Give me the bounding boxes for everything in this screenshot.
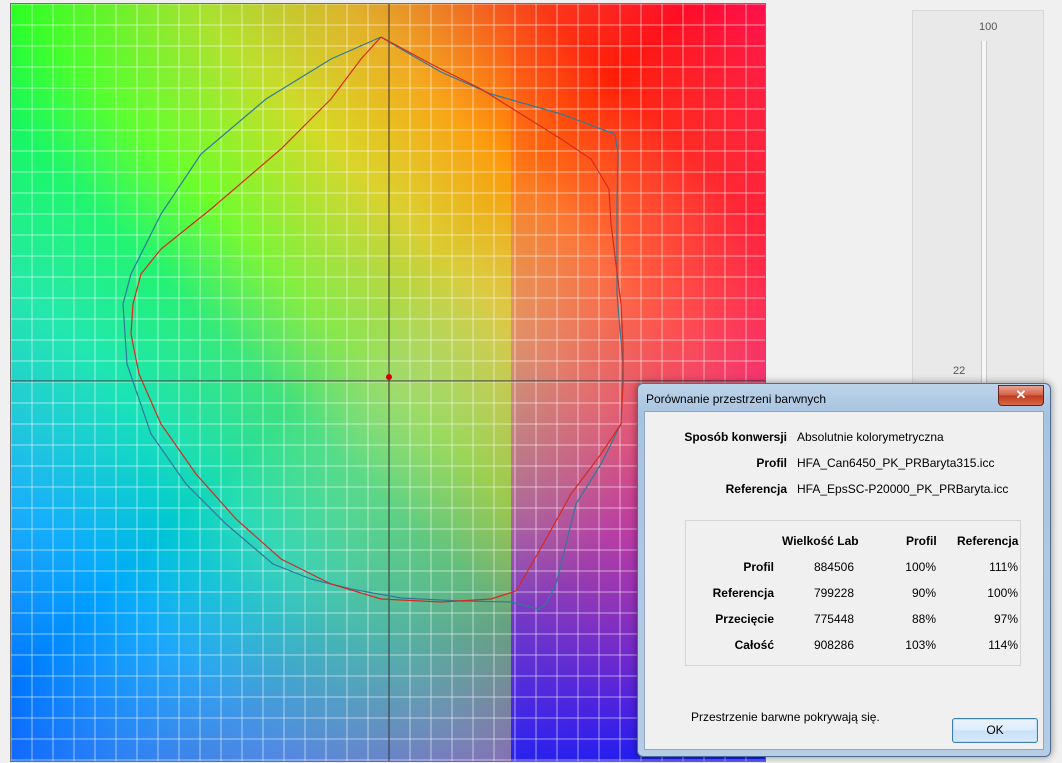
row-profile-value: 100% xyxy=(905,560,936,574)
row-label: Całość xyxy=(734,638,774,652)
reference-label: Referencja xyxy=(725,482,787,496)
conversion-method-row: Sposób konwersji Absolutnie kolorymetryc… xyxy=(645,430,1043,446)
row-profile-value: 88% xyxy=(911,612,936,626)
row-reference-value: 97% xyxy=(993,612,1018,626)
lightness-slider[interactable] xyxy=(981,41,987,391)
row-reference-value: 114% xyxy=(988,638,1018,652)
slider-max-label: 100 xyxy=(979,21,998,33)
header-lab-size: Wielkość Lab xyxy=(782,534,859,548)
row-lab-value: 799228 xyxy=(813,586,854,600)
close-button[interactable]: ✕ xyxy=(998,385,1044,406)
profile-value: HFA_Can6450_PK_PRBaryta315.icc xyxy=(797,456,995,470)
row-reference-value: 111% xyxy=(989,560,1018,574)
dialog-title: Porównanie przestrzeni barwnych xyxy=(646,392,827,406)
row-reference-value: 100% xyxy=(987,586,1018,600)
dialog-body: Sposób konwersji Absolutnie kolorymetryc… xyxy=(644,411,1044,750)
conversion-method-value: Absolutnie kolorymetryczna xyxy=(797,430,944,444)
row-lab-value: 908286 xyxy=(813,638,854,652)
header-profile: Profil xyxy=(906,534,937,548)
row-profile-value: 90% xyxy=(911,586,936,600)
white-point-marker xyxy=(386,374,392,380)
row-lab-value: 775448 xyxy=(813,612,854,626)
row-lab-value: 884506 xyxy=(813,560,854,574)
row-label: Referencja xyxy=(712,586,774,600)
color-space-comparison-dialog: Porównanie przestrzeni barwnych ✕ Sposób… xyxy=(637,383,1051,757)
profile-label: Profil xyxy=(756,456,787,470)
row-label: Przecięcie xyxy=(715,612,774,626)
status-message: Przestrzenie barwne pokrywają się. xyxy=(691,710,880,724)
lightness-slider-panel: 100 22 xyxy=(912,10,1044,391)
reference-row: Referencja HFA_EpsSC-P20000_PK_PRBaryta.… xyxy=(645,482,1043,498)
row-profile-value: 103% xyxy=(905,638,936,652)
header-reference: Referencja xyxy=(957,534,1019,548)
profile-row: Profil HFA_Can6450_PK_PRBaryta315.icc xyxy=(645,456,1043,472)
comparison-table: Wielkość Lab Profil Referencja Profil 88… xyxy=(685,520,1021,666)
slider-value-label: 22 xyxy=(953,365,966,377)
reference-value: HFA_EpsSC-P20000_PK_PRBaryta.icc xyxy=(797,482,1009,496)
conversion-method-label: Sposób konwersji xyxy=(684,430,787,444)
ok-button[interactable]: OK xyxy=(952,718,1038,743)
row-label: Profil xyxy=(743,560,774,574)
